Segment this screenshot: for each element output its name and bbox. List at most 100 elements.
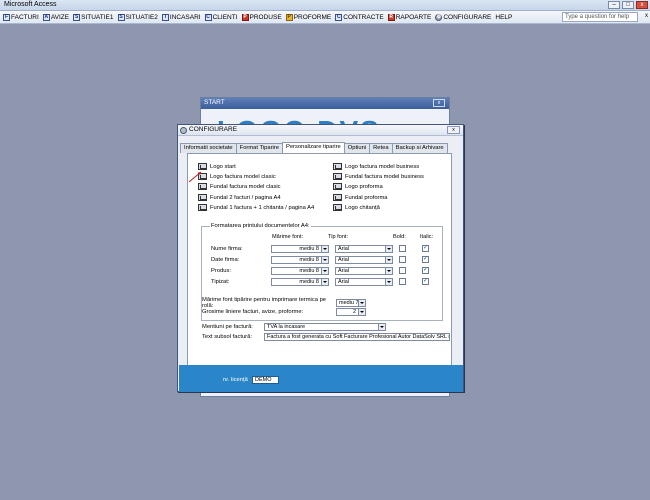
gear-icon: [180, 127, 187, 134]
logo-factura-clasic-button[interactable]: Logo factura model clasic: [198, 173, 276, 180]
image-icon: [198, 183, 207, 190]
clienti-icon: C: [204, 13, 212, 21]
start-close-button[interactable]: x: [433, 99, 445, 107]
contracte-icon: C: [335, 13, 343, 21]
fundal-factura-clasic-button[interactable]: Fundal factura model clasic: [198, 183, 281, 190]
fundal-2-facturi-button[interactable]: Fundal 2 facturi / pagina A4: [198, 194, 281, 201]
font-select[interactable]: Arial: [335, 256, 393, 264]
font-value: Arial: [338, 246, 350, 252]
size-value: mediu 8: [299, 279, 319, 285]
thickness-label: Grosime liniere facturi, avize, proforme…: [202, 309, 304, 315]
mentions-row: Mentiuni pe factură: TVA la incasare: [202, 323, 386, 331]
menu-label: FACTURI: [11, 13, 39, 21]
logo-chitanta-button[interactable]: Logo chitanță: [333, 204, 380, 211]
menu-incasari[interactable]: I INCASARI: [161, 13, 204, 21]
app-titlebar: Microsoft Access – □ x: [0, 0, 650, 11]
format-row-tipizat: Tipizat: mediu 8 Arial ✓: [211, 277, 441, 287]
thermal-size-select[interactable]: mediu 7: [336, 299, 366, 307]
italic-checkbox[interactable]: ✓: [422, 267, 429, 274]
logo-label: Fundal factura model clasic: [210, 183, 281, 190]
menu-label: CLIENTI: [212, 13, 238, 21]
size-value: mediu 8: [299, 246, 319, 252]
configurare-close-button[interactable]: x: [447, 126, 460, 134]
font-select[interactable]: Arial: [335, 267, 393, 275]
format-row-date-firma: Date firma: mediu 8 Arial ✓: [211, 255, 441, 265]
chevron-down-icon: [385, 257, 392, 263]
format-group-title: Formatarea printului documentelor A4:: [210, 223, 311, 229]
row-label: Tipizat:: [211, 279, 230, 285]
menu-label: PRODUSE: [249, 13, 282, 21]
size-select[interactable]: mediu 8: [271, 256, 329, 264]
tab-format-tiparire[interactable]: Format Tiparire: [235, 143, 283, 153]
mentions-select[interactable]: TVA la incasare: [264, 323, 386, 331]
menu-proforme[interactable]: P PROFORME: [285, 13, 335, 21]
tab-optiuni[interactable]: Optiuni: [343, 143, 371, 153]
menu-rapoarte[interactable]: R RAPOARTE: [387, 13, 435, 21]
menu-facturi[interactable]: F FACTURI: [2, 13, 42, 21]
size-select[interactable]: mediu 8: [271, 267, 329, 275]
maximize-button[interactable]: □: [622, 1, 634, 9]
menu-label: SITUATIE2: [125, 13, 158, 21]
line-thickness-row: Grosime liniere facturi, avize, proforme…: [202, 308, 366, 316]
fundal-factura-chitanta-button[interactable]: Fundal 1 factura + 1 chitanta / pagina A…: [198, 204, 314, 211]
image-icon: [198, 204, 207, 211]
license-label: nr. licență: [223, 377, 248, 383]
logo-proforma-button[interactable]: Logo proforma: [333, 183, 383, 190]
bold-header: Bold:: [393, 234, 406, 240]
minimize-button[interactable]: –: [608, 1, 620, 9]
italic-checkbox[interactable]: ✓: [422, 245, 429, 252]
start-titlebar: START x: [201, 98, 449, 109]
size-select[interactable]: mediu 8: [271, 278, 329, 286]
chevron-down-icon: [321, 257, 328, 263]
logo-factura-business-button[interactable]: Logo factura model business: [333, 163, 419, 170]
italic-checkbox[interactable]: ✓: [422, 256, 429, 263]
image-icon: [333, 163, 342, 170]
menu-situatie1[interactable]: S SITUATIE1: [72, 13, 116, 21]
situatie2-icon: S: [117, 13, 125, 21]
footer-text-row: Text subsol factură: Factura a fost gene…: [202, 333, 450, 341]
menu-situatie2[interactable]: S SITUATIE2: [117, 13, 161, 21]
font-select[interactable]: Arial: [335, 245, 393, 253]
close-button[interactable]: x: [636, 1, 648, 9]
menu-configurare[interactable]: ⚙ CONFIGURARE: [434, 13, 494, 21]
fundal-proforma-button[interactable]: Fundal proforma: [333, 194, 388, 201]
tab-personalizare-tiparire[interactable]: Personalizare tiparire: [281, 142, 345, 153]
tab-backup-arhivare[interactable]: Backup si Arhivare: [391, 143, 448, 153]
menu-contracte[interactable]: C CONTRACTE: [334, 13, 386, 21]
bold-checkbox[interactable]: [399, 278, 406, 285]
tab-retea[interactable]: Retea: [369, 143, 393, 153]
menu-help[interactable]: HELP: [494, 14, 515, 21]
bold-checkbox[interactable]: [399, 245, 406, 252]
italic-header: Italic:: [420, 234, 434, 240]
license-field[interactable]: DEMO: [252, 376, 279, 384]
incasari-icon: I: [161, 13, 169, 21]
size-select[interactable]: mediu 8: [271, 245, 329, 253]
menu-clienti[interactable]: C CLIENTI: [204, 13, 241, 21]
pointer-arrow-icon: [188, 171, 202, 183]
configurare-titlebar: CONFIGURARE x: [178, 125, 463, 136]
help-search-input[interactable]: Type a question for help: [562, 12, 638, 22]
image-icon: [333, 204, 342, 211]
image-icon: [333, 173, 342, 180]
menu-label: PROFORME: [293, 13, 332, 21]
bold-checkbox[interactable]: [399, 267, 406, 274]
menu-label: HELP: [495, 13, 513, 21]
menu-avize[interactable]: A AVIZE: [42, 13, 72, 21]
bold-checkbox[interactable]: [399, 256, 406, 263]
row-label: Nume firma:: [211, 246, 243, 252]
close-icon[interactable]: x: [645, 13, 648, 19]
thickness-select[interactable]: 2: [336, 308, 366, 316]
gear-icon: ⚙: [435, 13, 443, 21]
format-row-nume-firma: Nume firma: mediu 8 Arial ✓: [211, 244, 441, 254]
footer-text-input[interactable]: Factura a fost generata cu Soft Facturar…: [264, 333, 450, 341]
italic-checkbox[interactable]: ✓: [422, 278, 429, 285]
size-value: mediu 8: [299, 268, 319, 274]
font-select[interactable]: Arial: [335, 278, 393, 286]
fundal-factura-business-button[interactable]: Fundal factura model business: [333, 173, 424, 180]
avize-icon: A: [42, 13, 50, 21]
footer-label: Text subsol factură:: [202, 334, 252, 340]
rapoarte-icon: R: [387, 13, 395, 21]
logo-label: Fundal 2 facturi / pagina A4: [210, 194, 281, 201]
menu-produse[interactable]: P PRODUSE: [241, 13, 285, 21]
tab-informatii-societate[interactable]: Informatii societate: [180, 143, 237, 153]
